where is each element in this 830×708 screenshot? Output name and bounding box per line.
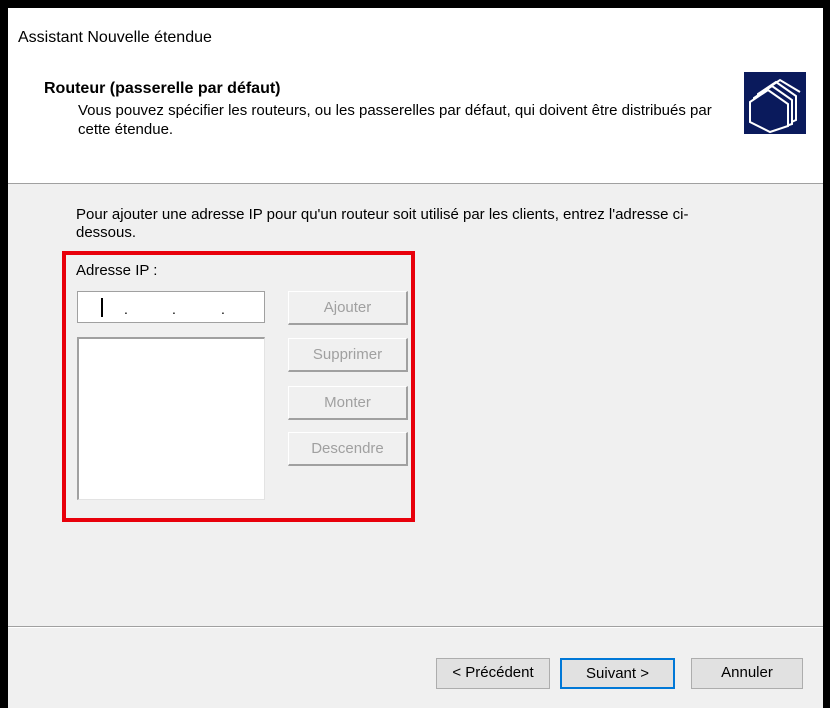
move-up-button[interactable]: Monter (288, 386, 408, 420)
page-description: Vous pouvez spécifier les routeurs, ou l… (78, 102, 712, 138)
wizard-header: Routeur (passerelle par défaut) Vous pou… (8, 63, 823, 184)
text-caret (101, 298, 103, 317)
instruction-text: Pour ajouter une adresse IP pour qu'un r… (76, 206, 689, 241)
cancel-button[interactable]: Annuler (691, 658, 803, 689)
ip-octet-separator: . (124, 301, 128, 317)
move-down-button[interactable]: Descendre (288, 432, 408, 466)
next-button[interactable]: Suivant > (560, 658, 675, 689)
router-list[interactable] (77, 337, 265, 500)
title-bar: Assistant Nouvelle étendue (8, 8, 823, 63)
window-title: Assistant Nouvelle étendue (18, 29, 212, 46)
add-button[interactable]: Ajouter (288, 291, 408, 325)
ip-octet-separator: . (221, 301, 225, 317)
footer-divider-highlight (8, 627, 823, 628)
ip-octet-separator: . (172, 301, 176, 317)
page-title: Routeur (passerelle par défaut) (44, 80, 281, 97)
back-button[interactable]: < Précédent (436, 658, 550, 689)
folders-icon (744, 72, 806, 134)
ip-address-input[interactable]: . . . (77, 291, 265, 323)
remove-button[interactable]: Supprimer (288, 338, 408, 372)
wizard-window: Assistant Nouvelle étendue Routeur (pass… (8, 8, 823, 708)
ip-address-label: Adresse IP : (76, 262, 158, 279)
